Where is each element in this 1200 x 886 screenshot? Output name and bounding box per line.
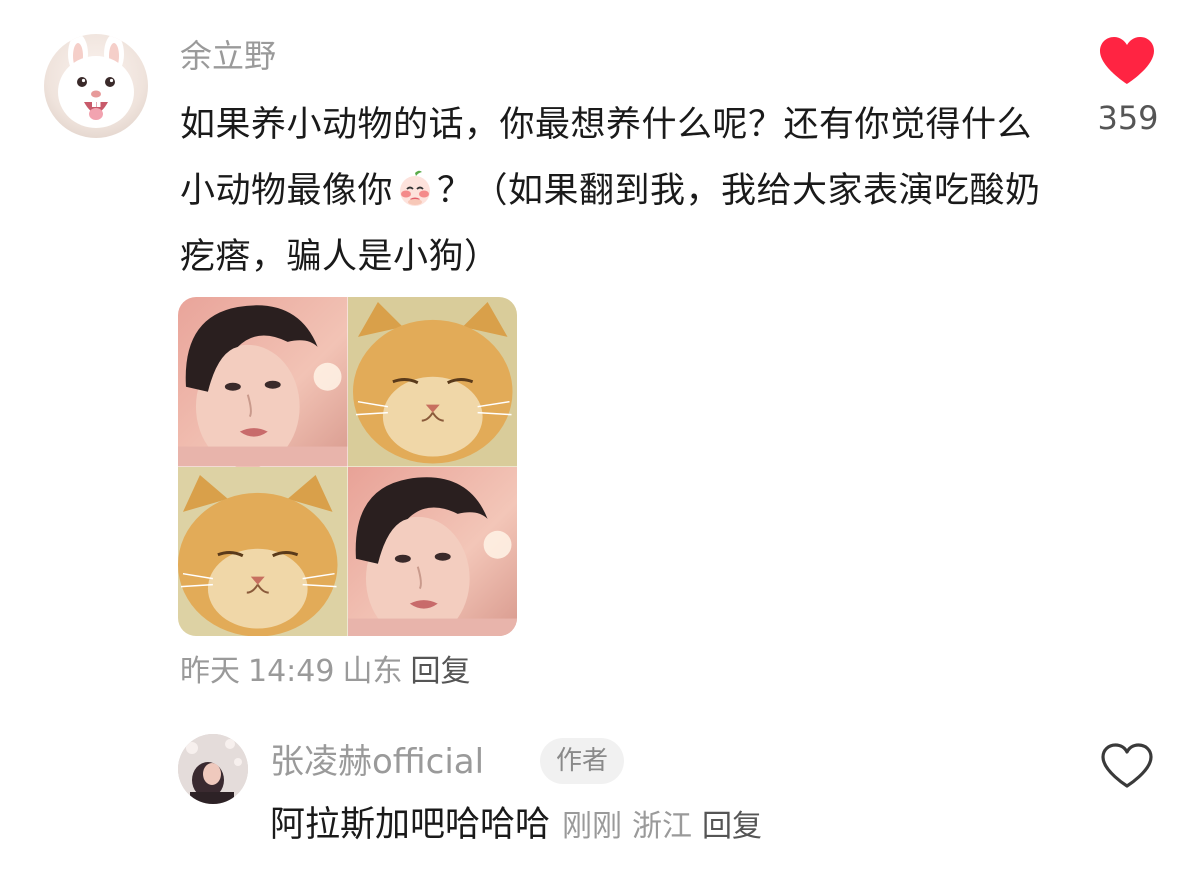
- shy-peach-emoji-icon: [400, 170, 431, 206]
- reply-location: 浙江: [632, 809, 693, 844]
- image-tile-cat: [347, 297, 517, 467]
- image-tile-cat: [178, 466, 348, 636]
- comment-date: 昨天: [180, 654, 240, 689]
- young-man-photo-icon: [347, 466, 517, 636]
- reply-meta: 刚刚 浙江 回复: [562, 809, 762, 844]
- reply-time: 刚刚: [562, 809, 623, 844]
- like-button[interactable]: [1098, 36, 1156, 86]
- comment-image[interactable]: [178, 297, 517, 636]
- reply-username[interactable]: 张凌赫official: [270, 740, 484, 784]
- reply-content: 阿拉斯加吧哈哈哈 刚刚 浙江 回复: [270, 802, 762, 850]
- comment-location: 山东: [342, 654, 403, 689]
- reply-button[interactable]: 回复: [410, 654, 470, 689]
- reply-text: 阿拉斯加吧哈哈哈: [270, 805, 551, 845]
- reply-avatar[interactable]: [178, 734, 248, 804]
- avatar[interactable]: [44, 34, 148, 138]
- like-count: 359: [1097, 99, 1159, 137]
- author-badge: 作者: [540, 738, 625, 784]
- comment-text: 如果养小动物的话，你最想养什么呢？还有你觉得什么小动物最像你 ？（如果翻到我，我…: [180, 92, 1060, 290]
- orange-cat-photo-icon: [347, 297, 517, 467]
- image-tile-man: [347, 466, 517, 636]
- heart-outline-icon: [1101, 743, 1153, 788]
- reply-reply-button[interactable]: 回复: [702, 809, 762, 844]
- author-avatar-icon: [178, 734, 248, 804]
- white-rabbit-avatar-icon: [58, 34, 134, 128]
- comment-username[interactable]: 余立野: [180, 36, 276, 76]
- comment-meta: 昨天 14:49 山东 回复: [180, 652, 478, 692]
- comment-time: 14:49: [248, 654, 335, 689]
- image-tile-man: [178, 297, 348, 467]
- orange-cat-photo-icon: [178, 466, 348, 636]
- reply-like-button[interactable]: [1100, 742, 1154, 790]
- heart-filled-icon: [1100, 37, 1154, 84]
- young-man-photo-icon: [178, 297, 348, 467]
